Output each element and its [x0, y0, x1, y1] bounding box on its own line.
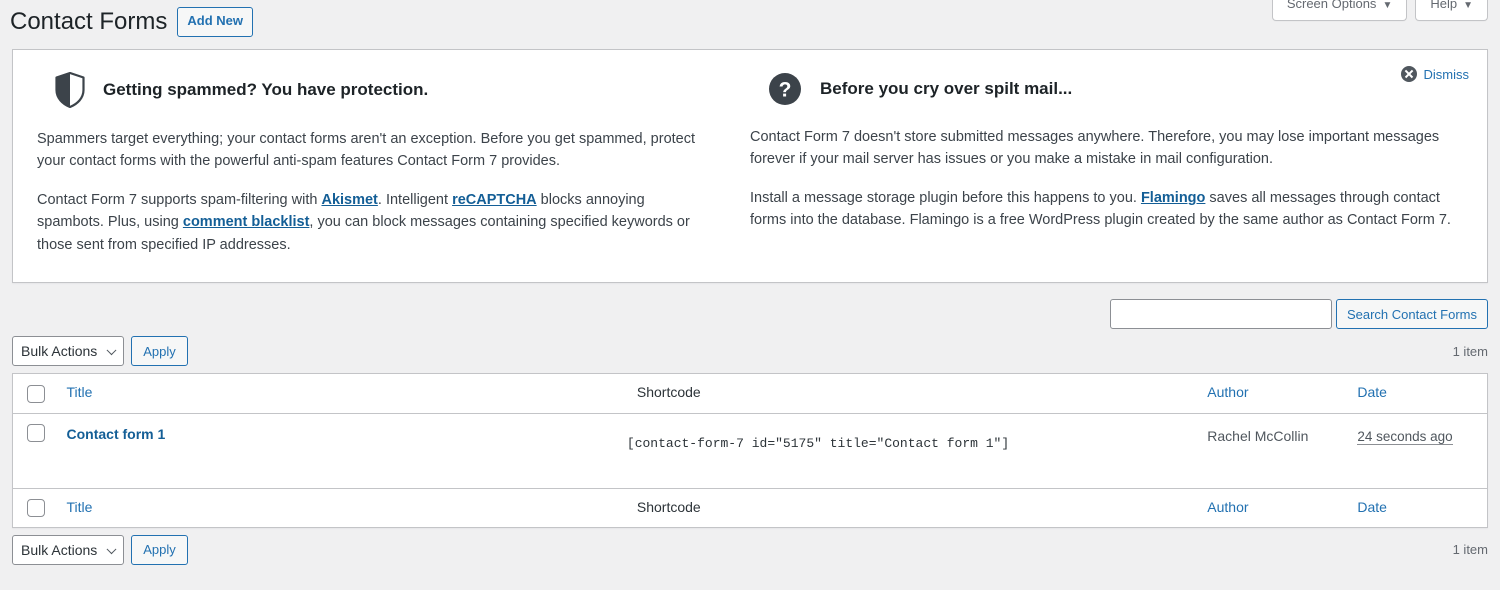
- notice-paragraph: Contact Form 7 supports spam-filtering w…: [37, 189, 714, 256]
- notice-inline-link[interactable]: comment blacklist: [183, 214, 310, 230]
- notice-column-heading-row: Getting spammed? You have protection.: [37, 71, 714, 109]
- column-header-date: Date: [1347, 373, 1488, 414]
- notice-text: . Intelligent: [377, 191, 453, 208]
- column-footer-shortcode: Shortcode: [626, 487, 1198, 528]
- search-submit-button[interactable]: Search Contact Forms: [1335, 299, 1488, 330]
- notice-body: Contact Form 7 doesn't store submitted m…: [750, 126, 1463, 232]
- apply-button-top[interactable]: Apply: [131, 336, 188, 367]
- page-title: Contact Forms: [10, 8, 168, 36]
- notice-paragraph: Contact Form 7 doesn't store submitted m…: [750, 126, 1463, 171]
- bulk-actions-label: Bulk Actions: [21, 343, 98, 360]
- select-all-checkbox-footer[interactable]: [27, 498, 45, 517]
- admin-page: Screen Options ▼ Help ▼ Contact Forms Add …: [0, 0, 1500, 590]
- column-footer-author: Author: [1197, 487, 1348, 528]
- welcome-notice-panel: Dismiss Getting spammed? You have protec…: [12, 49, 1488, 284]
- notice-column-mail: ? Before you cry over spilt mail... Cont…: [750, 72, 1463, 256]
- row-author-cell: Rachel McCollin: [1197, 413, 1348, 489]
- bulk-actions-select-bottom[interactable]: Bulk Actions: [12, 534, 125, 565]
- notice-text: Contact Form 7 doesn't store submitted m…: [750, 129, 1440, 168]
- search-input[interactable]: [1109, 299, 1332, 330]
- chevron-down-icon: [106, 345, 117, 356]
- close-circle-icon: [1400, 66, 1417, 82]
- notice-text: Install a message storage plugin before …: [750, 189, 1141, 206]
- row-shortcode-cell: [contact-form-7 id="5175" title="Contact…: [626, 413, 1198, 489]
- sort-by-author-link-footer[interactable]: Author: [1207, 499, 1248, 515]
- notice-paragraph: Install a message storage plugin before …: [750, 187, 1463, 232]
- notice-column-spam: Getting spammed? You have protection. Sp…: [37, 71, 750, 256]
- sort-by-title-link[interactable]: Title: [67, 384, 93, 400]
- notice-heading: Getting spammed? You have protection.: [103, 79, 429, 99]
- select-all-checkbox[interactable]: [27, 384, 45, 403]
- chevron-down-icon: [106, 544, 117, 555]
- tablenav-bottom: Bulk Actions Apply 1 item: [12, 534, 1488, 566]
- table-header-row: Title Shortcode Author Date: [12, 373, 1488, 414]
- column-header-shortcode: Shortcode: [626, 373, 1198, 414]
- relative-date-text: 24 seconds ago: [1357, 428, 1453, 445]
- displaying-num-top: 1 item: [1452, 343, 1488, 359]
- table-row: Contact form 1 [contact-form-7 id="5175"…: [12, 413, 1488, 489]
- notice-heading: Before you cry over spilt mail...: [820, 78, 1073, 98]
- contact-form-title-link[interactable]: Contact form 1: [67, 426, 166, 442]
- select-all-header: [12, 373, 57, 414]
- notice-columns: Getting spammed? You have protection. Sp…: [37, 71, 1463, 256]
- notice-column-heading-row: ? Before you cry over spilt mail...: [750, 72, 1463, 106]
- screen-options-button[interactable]: Screen Options ▼: [1271, 0, 1408, 21]
- chevron-down-icon: ▼: [1382, 0, 1393, 11]
- notice-inline-link[interactable]: Akismet: [321, 192, 377, 208]
- table-head: Title Shortcode Author Date: [12, 373, 1488, 414]
- dismiss-notice-link[interactable]: Dismiss: [1400, 66, 1470, 82]
- notice-inline-link[interactable]: Flamingo: [1141, 190, 1205, 206]
- row-select-cell: [12, 413, 57, 489]
- notice-text: Spammers target everything; your contact…: [37, 131, 696, 170]
- column-footer-title: Title: [56, 487, 627, 528]
- svg-text:?: ?: [779, 79, 792, 102]
- displaying-num-bottom: 1 item: [1452, 542, 1488, 558]
- table-foot: Title Shortcode Author Date: [12, 487, 1488, 528]
- column-footer-shortcode-label: Shortcode: [636, 498, 701, 515]
- bulk-actions-select-top[interactable]: Bulk Actions: [12, 336, 125, 367]
- help-label: Help: [1430, 0, 1458, 11]
- row-title-cell: Contact form 1: [56, 413, 627, 489]
- screen-options-label: Screen Options: [1286, 0, 1377, 11]
- table-body: Contact form 1 [contact-form-7 id="5175"…: [12, 413, 1488, 489]
- sort-by-title-link-footer[interactable]: Title: [67, 499, 93, 515]
- screen-meta-links: Screen Options ▼ Help ▼: [1271, 0, 1488, 21]
- table-footer-row: Title Shortcode Author Date: [12, 487, 1488, 528]
- notice-text: Contact Form 7 supports spam-filtering w…: [37, 191, 322, 208]
- question-mark-icon: ?: [768, 72, 802, 106]
- shortcode-text[interactable]: [contact-form-7 id="5175" title="Contact…: [627, 436, 1009, 451]
- bulk-actions-label: Bulk Actions: [21, 541, 98, 558]
- shield-icon: [55, 71, 85, 109]
- row-date-cell: 24 seconds ago: [1347, 413, 1488, 489]
- contact-forms-table: Title Shortcode Author Date Contact form…: [12, 373, 1488, 528]
- help-button[interactable]: Help ▼: [1415, 0, 1488, 21]
- select-all-footer-header: [12, 487, 57, 528]
- sort-by-author-link[interactable]: Author: [1207, 384, 1248, 400]
- column-header-title: Title: [56, 373, 627, 414]
- sort-by-date-link[interactable]: Date: [1357, 384, 1387, 400]
- notice-paragraph: Spammers target everything; your contact…: [37, 128, 714, 173]
- chevron-down-icon: ▼: [1463, 0, 1473, 11]
- row-checkbox[interactable]: [27, 423, 45, 442]
- add-new-button[interactable]: Add New: [177, 7, 253, 37]
- sort-by-date-link-footer[interactable]: Date: [1357, 499, 1387, 515]
- column-header-shortcode-label: Shortcode: [636, 384, 701, 401]
- search-form: Search Contact Forms: [12, 299, 1488, 330]
- apply-button-bottom[interactable]: Apply: [131, 534, 188, 565]
- notice-inline-link[interactable]: reCAPTCHA: [452, 192, 537, 208]
- column-footer-date: Date: [1347, 487, 1488, 528]
- column-header-author: Author: [1197, 373, 1348, 414]
- notice-body: Spammers target everything; your contact…: [37, 128, 714, 256]
- dismiss-label: Dismiss: [1423, 66, 1470, 82]
- tablenav-top: Bulk Actions Apply 1 item: [12, 335, 1488, 367]
